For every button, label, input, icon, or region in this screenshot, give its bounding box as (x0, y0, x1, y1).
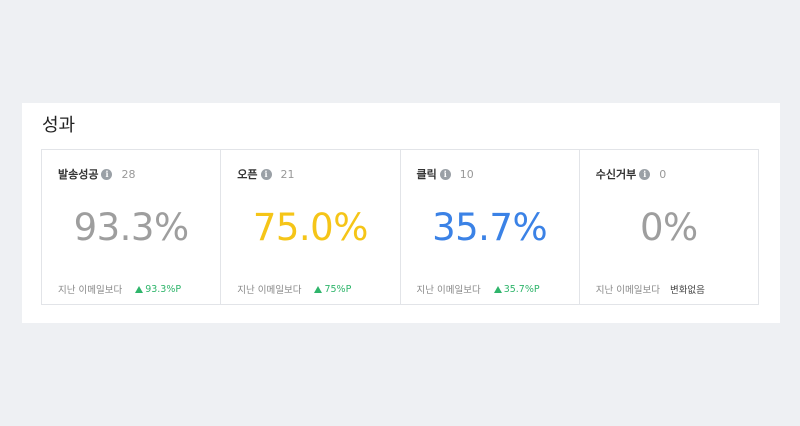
change-value: 75%P (324, 283, 352, 295)
metric-card-open: 오픈 i 21 75.0% 지난 이메일보다 75%P (221, 150, 401, 304)
comparison-label: 지난 이메일보다 (58, 285, 123, 296)
info-icon[interactable]: i (101, 168, 113, 180)
metric-value: 75.0% (252, 206, 369, 249)
metric-count: 10 (459, 167, 474, 181)
info-icon[interactable]: i (639, 168, 651, 180)
metric-count: 28 (121, 167, 136, 181)
metric-label: 수신거부 (595, 168, 637, 181)
metric-card-delivered: 발송성공 i 28 93.3% 지난 이메일보다 93.3%P (42, 150, 222, 304)
triangle-up-icon (135, 285, 144, 293)
change-indicator: 35.7%P (493, 283, 540, 295)
change-value: 35.7%P (503, 283, 540, 295)
metric-count: 0 (659, 167, 667, 181)
info-icon[interactable]: i (439, 168, 451, 180)
triangle-up-icon (493, 285, 502, 293)
comparison-label: 지난 이메일보다 (237, 285, 302, 296)
metric-value: 93.3% (73, 206, 190, 249)
metric-value: 35.7% (432, 206, 548, 249)
change-value: 변화없음 (669, 285, 705, 296)
performance-panel: 성과 발송성공 i 28 93.3% 지난 이메일보다 93.3%P 오픈 i … (22, 103, 780, 323)
metric-label: 클릭 (416, 168, 437, 181)
triangle-up-icon (314, 285, 323, 293)
metric-value: 0% (640, 206, 698, 249)
comparison-label: 지난 이메일보다 (416, 285, 481, 296)
metric-card-click: 클릭 i 10 35.7% 지난 이메일보다 35.7%P (401, 150, 580, 304)
change-indicator: 변화없음 (670, 282, 705, 296)
metric-label: 발송성공 (58, 168, 99, 181)
info-icon[interactable]: i (260, 168, 272, 180)
section-title: 성과 (42, 115, 76, 136)
change-indicator: 75%P (314, 284, 351, 295)
change-indicator: 93.3%P (135, 284, 181, 295)
metric-card-unsubscribe: 수신거부 i 0 0% 지난 이메일보다 변화없음 (580, 150, 758, 304)
metric-cards: 발송성공 i 28 93.3% 지난 이메일보다 93.3%P 오픈 i 21 … (41, 149, 759, 305)
change-value: 93.3%P (145, 283, 182, 295)
metric-label: 오픈 (237, 168, 258, 181)
comparison-label: 지난 이메일보다 (595, 285, 660, 296)
metric-count: 21 (280, 167, 295, 181)
